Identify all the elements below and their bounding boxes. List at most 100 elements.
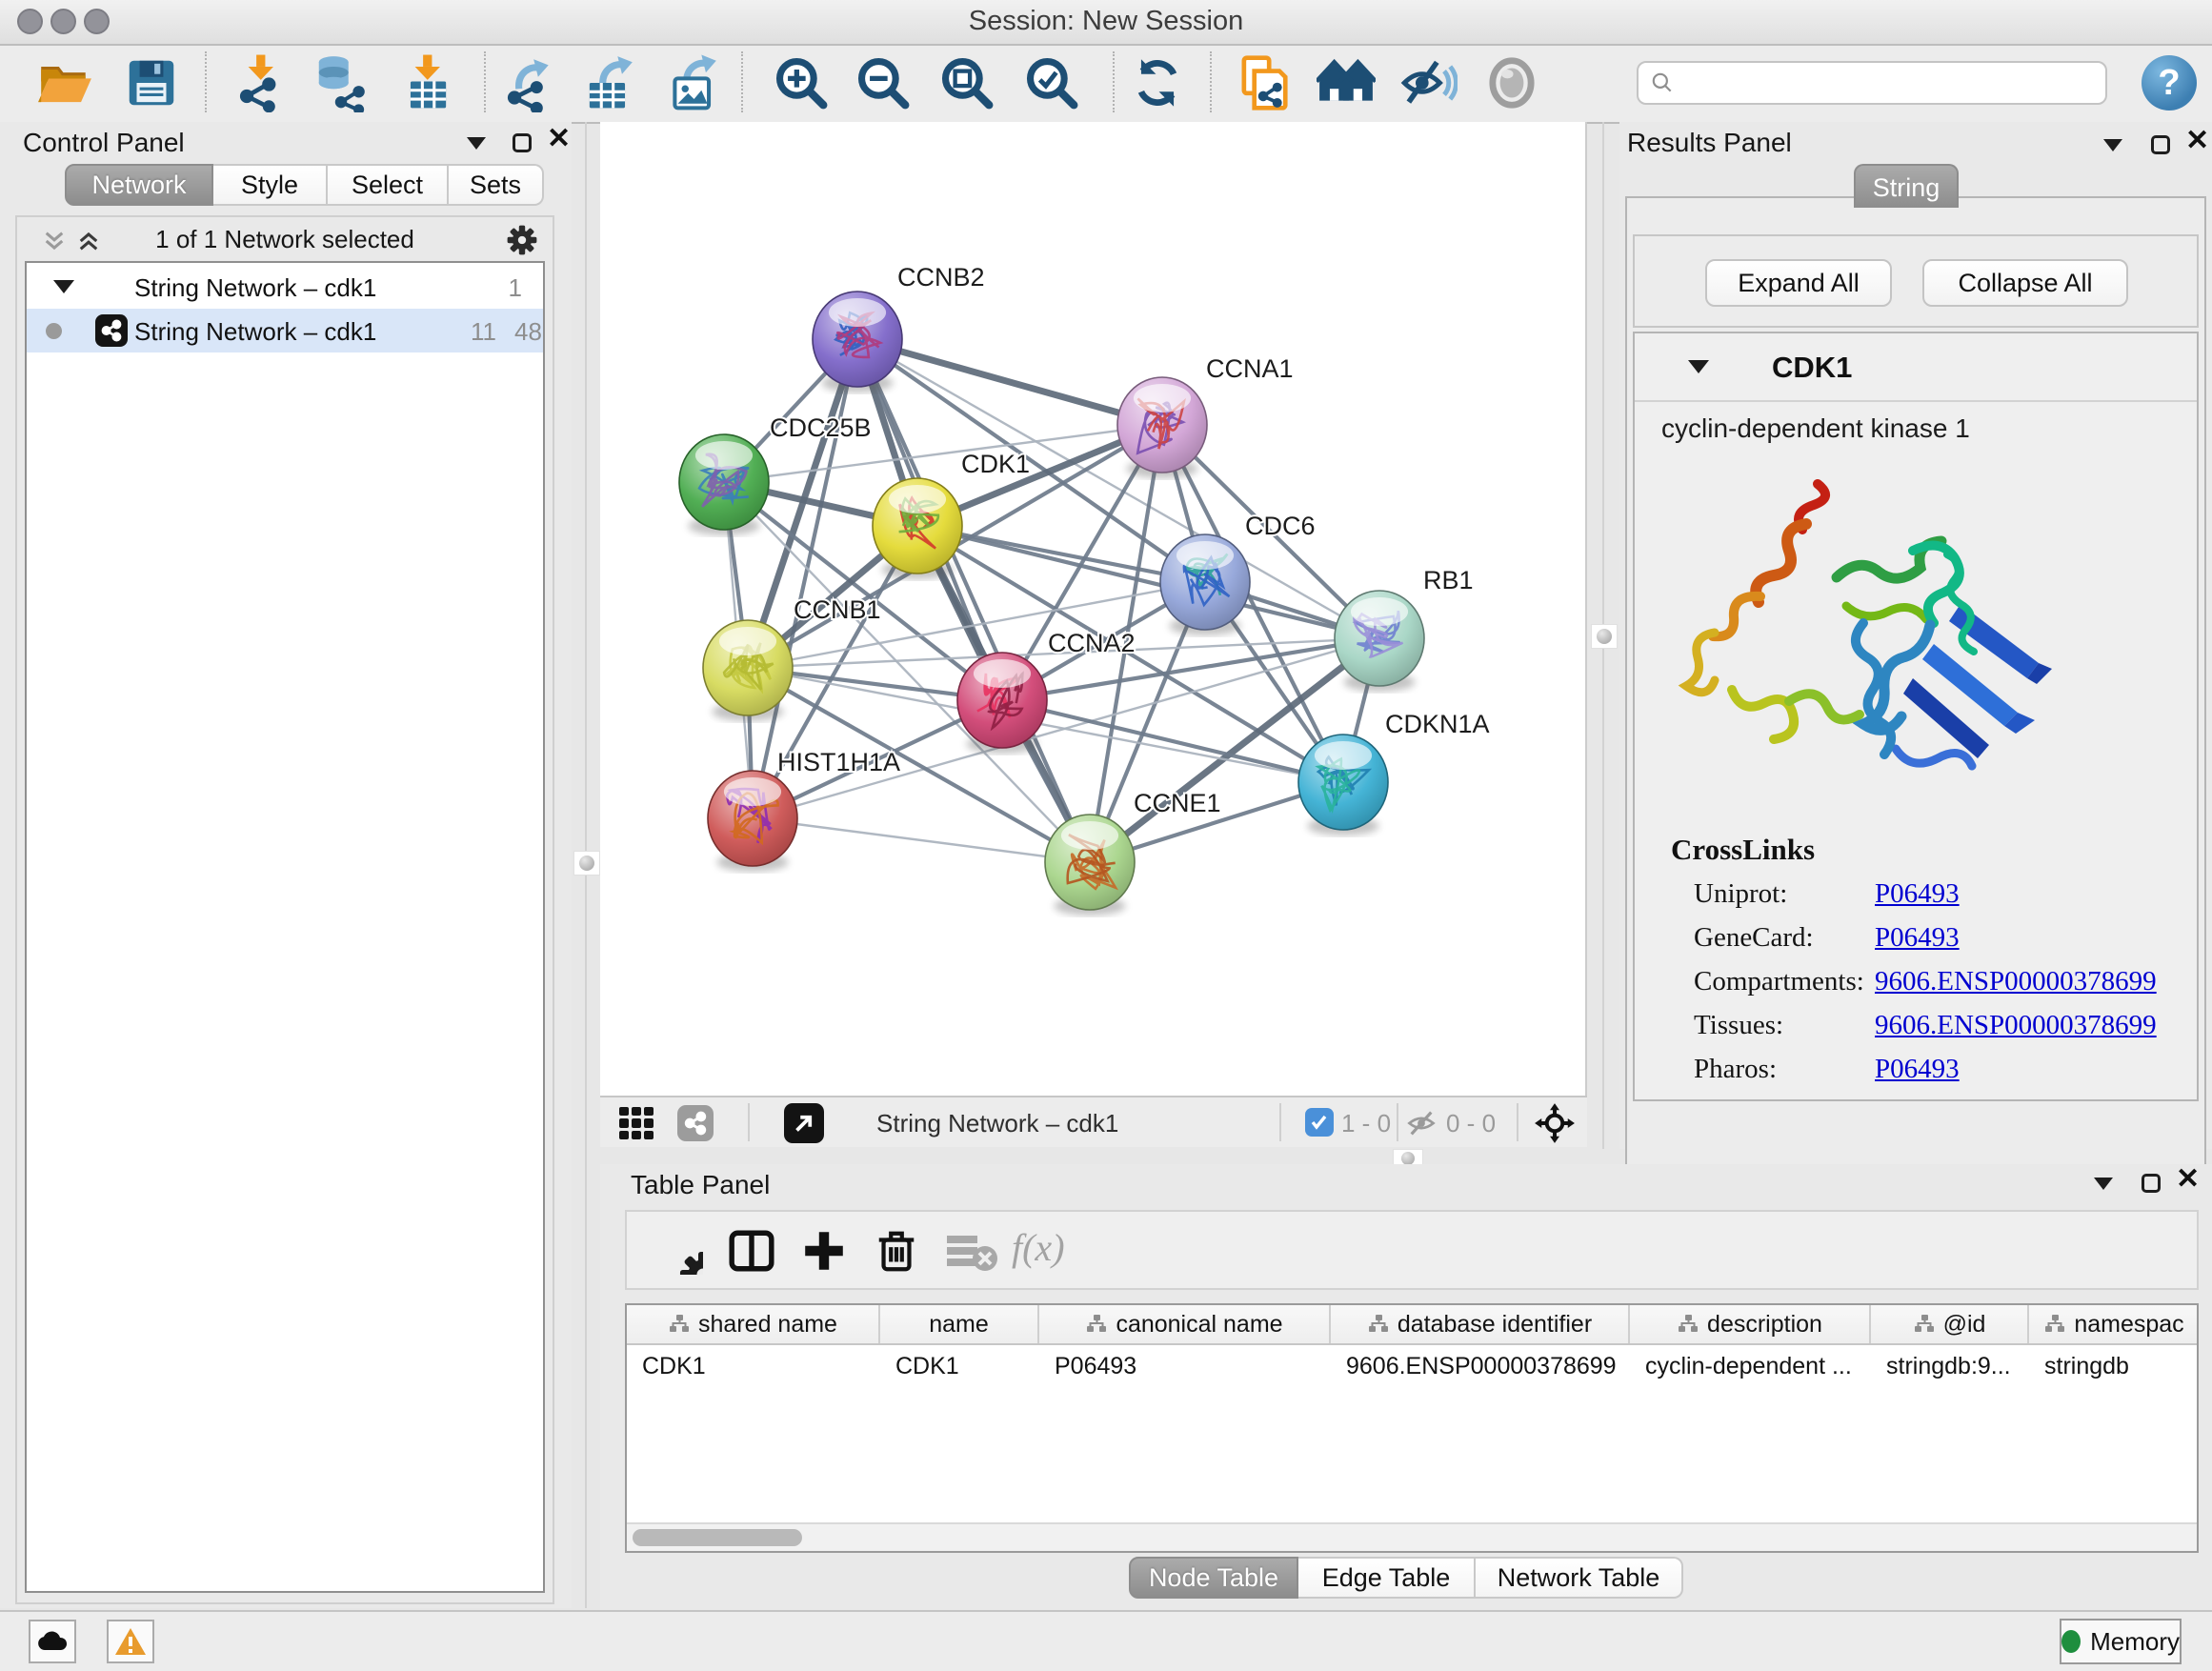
- column-header-description[interactable]: description: [1630, 1305, 1871, 1343]
- column-header-name[interactable]: name: [880, 1305, 1039, 1343]
- tab-select[interactable]: Select: [328, 164, 449, 206]
- network-row-selected[interactable]: String Network – cdk1 11 48: [27, 309, 543, 352]
- crosslink-link[interactable]: P06493: [1875, 878, 1960, 910]
- search-input[interactable]: [1675, 65, 2105, 101]
- zoom-fit-button[interactable]: [937, 53, 996, 112]
- memory-button[interactable]: Memory: [2060, 1619, 2182, 1664]
- network-node-CDC25B[interactable]: [679, 434, 769, 535]
- panel-float-icon[interactable]: [513, 133, 532, 152]
- entry-collapse-icon[interactable]: [1688, 360, 1709, 373]
- panel-close-icon[interactable]: ✕: [2185, 131, 2209, 151]
- network-node-CDKN1A[interactable]: [1298, 735, 1388, 836]
- home-button[interactable]: [1317, 53, 1376, 112]
- export-network-button[interactable]: [498, 53, 557, 112]
- entry-header[interactable]: CDK1: [1635, 333, 2197, 402]
- column-header--id[interactable]: @id: [1871, 1305, 2029, 1343]
- network-edge[interactable]: [1002, 700, 1343, 782]
- warnings-button[interactable]: [107, 1620, 154, 1663]
- crosslink-link[interactable]: P06493: [1875, 1054, 1960, 1085]
- network-graph[interactable]: CCNB2CCNA1CDC25BCDK1CDC6RB1CCNB1CCNA2CDK…: [600, 122, 1585, 1096]
- right-splitter-handle[interactable]: [1591, 624, 1618, 649]
- network-node-CDC6[interactable]: [1160, 534, 1250, 635]
- function-builder-icon-disabled[interactable]: f(x): [1012, 1225, 1065, 1270]
- tab-style[interactable]: Style: [213, 164, 328, 206]
- column-header-canonical-name[interactable]: canonical name: [1039, 1305, 1331, 1343]
- tab-network-table[interactable]: Network Table: [1476, 1557, 1683, 1599]
- network-edge[interactable]: [857, 339, 1162, 425]
- network-canvas[interactable]: CCNB2CCNA1CDC25BCDK1CDC6RB1CCNB1CCNA2CDK…: [600, 122, 1587, 1096]
- column-header-namespac[interactable]: namespac: [2029, 1305, 2199, 1343]
- network-collection-row[interactable]: String Network – cdk1 1: [27, 265, 543, 309]
- network-badge-icon[interactable]: [677, 1105, 714, 1141]
- crosslink-link[interactable]: 9606.ENSP00000378699: [1875, 1010, 2157, 1041]
- table-cell[interactable]: CDK1: [880, 1345, 1039, 1387]
- table-cell[interactable]: P06493: [1039, 1345, 1331, 1387]
- table-cell[interactable]: cyclin-dependent ...: [1630, 1345, 1871, 1387]
- table-options-gear-button[interactable]: [655, 1227, 703, 1275]
- help-button[interactable]: ?: [2142, 55, 2197, 111]
- copy-session-button[interactable]: [1234, 53, 1293, 112]
- save-session-button[interactable]: [122, 53, 181, 112]
- open-in-new-icon[interactable]: [784, 1103, 824, 1143]
- import-network-button[interactable]: [231, 53, 290, 112]
- table-row[interactable]: CDK1CDK1P064939606.ENSP00000378699cyclin…: [627, 1345, 2197, 1387]
- left-splitter-handle[interactable]: [573, 851, 600, 876]
- crosslink-link[interactable]: P06493: [1875, 922, 1960, 954]
- tab-edge-table[interactable]: Edge Table: [1298, 1557, 1476, 1599]
- table-cell[interactable]: stringdb: [2029, 1345, 2199, 1387]
- grid-view-icon[interactable]: [619, 1107, 654, 1139]
- column-header-shared-name[interactable]: shared name: [627, 1305, 880, 1343]
- import-network-from-database-button[interactable]: [312, 53, 371, 112]
- network-node-RB1[interactable]: [1335, 591, 1424, 692]
- table-hscrollbar[interactable]: [627, 1522, 2197, 1551]
- selected-checkbox-icon[interactable]: [1305, 1108, 1334, 1137]
- panel-float-icon[interactable]: [2142, 1174, 2161, 1193]
- crosshair-icon[interactable]: [1534, 1102, 1576, 1144]
- zoom-selected-button[interactable]: [1022, 53, 1081, 112]
- panel-close-icon[interactable]: ✕: [547, 130, 571, 149]
- scrollbar-thumb[interactable]: [633, 1529, 802, 1546]
- panel-menu-icon[interactable]: [2103, 139, 2122, 151]
- collection-expander-icon[interactable]: [53, 280, 74, 293]
- table-cell[interactable]: stringdb:9...: [1871, 1345, 2029, 1387]
- tab-network[interactable]: Network: [65, 164, 213, 206]
- node-table[interactable]: shared namenamecanonical namedatabase id…: [625, 1303, 2199, 1553]
- delete-table-button-disabled[interactable]: [945, 1227, 998, 1275]
- panel-float-icon[interactable]: [2151, 135, 2170, 154]
- network-edge[interactable]: [753, 818, 1090, 862]
- export-table-button[interactable]: [579, 53, 638, 112]
- add-column-button[interactable]: [800, 1227, 848, 1275]
- delete-column-button[interactable]: [873, 1227, 920, 1275]
- network-edge[interactable]: [753, 339, 857, 818]
- panel-menu-icon[interactable]: [2094, 1178, 2113, 1190]
- network-node-CCNB2[interactable]: [813, 292, 902, 393]
- tab-node-table[interactable]: Node Table: [1129, 1557, 1298, 1599]
- import-table-button[interactable]: [397, 53, 456, 112]
- hide-panels-button[interactable]: [1398, 53, 1458, 112]
- open-session-button[interactable]: [35, 53, 94, 112]
- tab-sets[interactable]: Sets: [449, 164, 544, 206]
- table-cell[interactable]: CDK1: [627, 1345, 880, 1387]
- cloud-status-button[interactable]: [29, 1620, 76, 1663]
- network-node-CCNE1[interactable]: [1045, 815, 1135, 916]
- crosslink-link[interactable]: 9606.ENSP00000378699: [1875, 966, 2157, 997]
- network-node-CCNA1[interactable]: [1117, 377, 1207, 478]
- show-panels-button[interactable]: [1482, 53, 1541, 112]
- collapse-all-button[interactable]: Collapse All: [1922, 259, 2128, 307]
- network-options-gear-icon[interactable]: [507, 225, 537, 255]
- network-node-HIST1H1A[interactable]: [708, 771, 797, 872]
- show-columns-button[interactable]: [728, 1227, 775, 1275]
- column-network-icon: [1085, 1313, 1108, 1336]
- panel-menu-icon[interactable]: [467, 137, 486, 150]
- panel-close-icon[interactable]: ✕: [2176, 1170, 2200, 1189]
- network-edge[interactable]: [857, 339, 1090, 862]
- table-cell[interactable]: 9606.ENSP00000378699: [1331, 1345, 1630, 1387]
- zoom-out-button[interactable]: [854, 53, 913, 112]
- refresh-button[interactable]: [1128, 53, 1187, 112]
- tab-string[interactable]: String: [1854, 164, 1959, 208]
- column-header-database-identifier[interactable]: database identifier: [1331, 1305, 1630, 1343]
- zoom-in-button[interactable]: [772, 53, 831, 112]
- export-image-button[interactable]: [663, 53, 722, 112]
- expand-all-button[interactable]: Expand All: [1705, 259, 1892, 307]
- node-label-CDC6: CDC6: [1245, 512, 1316, 540]
